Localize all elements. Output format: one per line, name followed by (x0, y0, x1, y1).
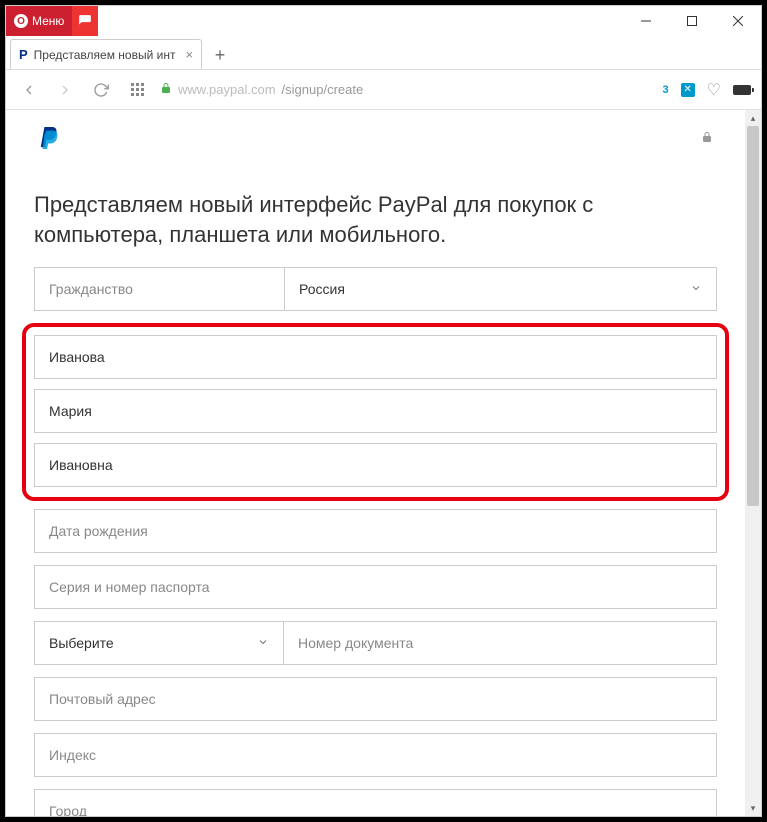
titlebar: O Меню (6, 6, 761, 36)
tab-active[interactable]: P Представляем новый инт × (10, 39, 202, 69)
vertical-scrollbar[interactable]: ▴ ▾ (745, 110, 761, 816)
city-field[interactable]: Город (34, 789, 717, 816)
document-row: Выберите Номер документа (34, 621, 717, 665)
postal-index-field[interactable]: Индекс (34, 733, 717, 777)
battery-icon (733, 85, 751, 95)
url-field[interactable]: www.paypal.com/signup/create (160, 81, 653, 98)
citizenship-value: Россия (299, 281, 345, 297)
new-tab-button[interactable]: + (206, 41, 234, 69)
header-lock-icon (701, 130, 713, 147)
paypal-favicon-icon: P (19, 47, 28, 62)
citizenship-label: Гражданство (34, 267, 284, 311)
scroll-down-icon[interactable]: ▾ (745, 800, 761, 816)
minimize-button[interactable] (623, 6, 669, 36)
lock-icon (160, 81, 172, 98)
passport-field[interactable]: Серия и номер паспорта (34, 565, 717, 609)
tabbar: P Представляем новый инт × + (6, 36, 761, 70)
url-path: /signup/create (282, 82, 364, 97)
speed-dial-button[interactable] (124, 77, 150, 103)
content-area: Представляем новый интерфейс PayPal для … (6, 110, 761, 816)
adblock-icon[interactable]: ✕ (681, 83, 695, 97)
browser-window: O Меню P Представляем новый инт × + (5, 5, 762, 817)
signup-form: Представляем новый интерфейс PayPal для … (6, 166, 745, 816)
opera-logo-icon: O (14, 14, 28, 28)
surname-field[interactable]: Иванова (34, 335, 717, 379)
page-header (6, 110, 745, 166)
page-heading: Представляем новый интерфейс PayPal для … (34, 190, 717, 249)
chevron-down-icon (257, 636, 269, 651)
back-button[interactable] (16, 77, 42, 103)
patronymic-field[interactable]: Ивановна (34, 443, 717, 487)
name-fields-highlight: Иванова Мария Ивановна (22, 323, 729, 501)
close-button[interactable] (715, 6, 761, 36)
reload-button[interactable] (88, 77, 114, 103)
opera-menu-button[interactable]: O Меню (6, 6, 72, 36)
firstname-field[interactable]: Мария (34, 389, 717, 433)
docnum-field[interactable]: Номер документа (284, 621, 717, 665)
window-controls (623, 6, 761, 36)
opera-menu-label: Меню (32, 14, 64, 28)
url-host: www.paypal.com (178, 82, 276, 97)
address-field[interactable]: Почтовый адрес (34, 677, 717, 721)
address-bar: www.paypal.com/signup/create 3 ✕ ♡ (6, 70, 761, 110)
maximize-button[interactable] (669, 6, 715, 36)
paypal-logo-icon (38, 125, 60, 151)
scroll-up-icon[interactable]: ▴ (745, 110, 761, 126)
dob-field[interactable]: Дата рождения (34, 509, 717, 553)
menu-group: O Меню (6, 6, 98, 36)
citizenship-select[interactable]: Россия (284, 267, 717, 311)
page: Представляем новый интерфейс PayPal для … (6, 110, 745, 816)
addressbar-actions: 3 ✕ ♡ (663, 80, 751, 100)
tab-close-icon[interactable]: × (185, 47, 193, 62)
bookmark-heart-icon[interactable]: ♡ (707, 80, 721, 100)
doctype-placeholder: Выберите (49, 635, 114, 651)
doctype-select[interactable]: Выберите (34, 621, 284, 665)
citizenship-row: Гражданство Россия (34, 267, 717, 311)
sidebar-messenger-icon[interactable] (72, 6, 98, 36)
tab-title: Представляем новый инт (34, 48, 176, 62)
scrollbar-thumb[interactable] (747, 126, 759, 506)
blocked-count[interactable]: 3 (663, 84, 669, 96)
forward-button[interactable] (52, 77, 78, 103)
chevron-down-icon (690, 282, 702, 297)
